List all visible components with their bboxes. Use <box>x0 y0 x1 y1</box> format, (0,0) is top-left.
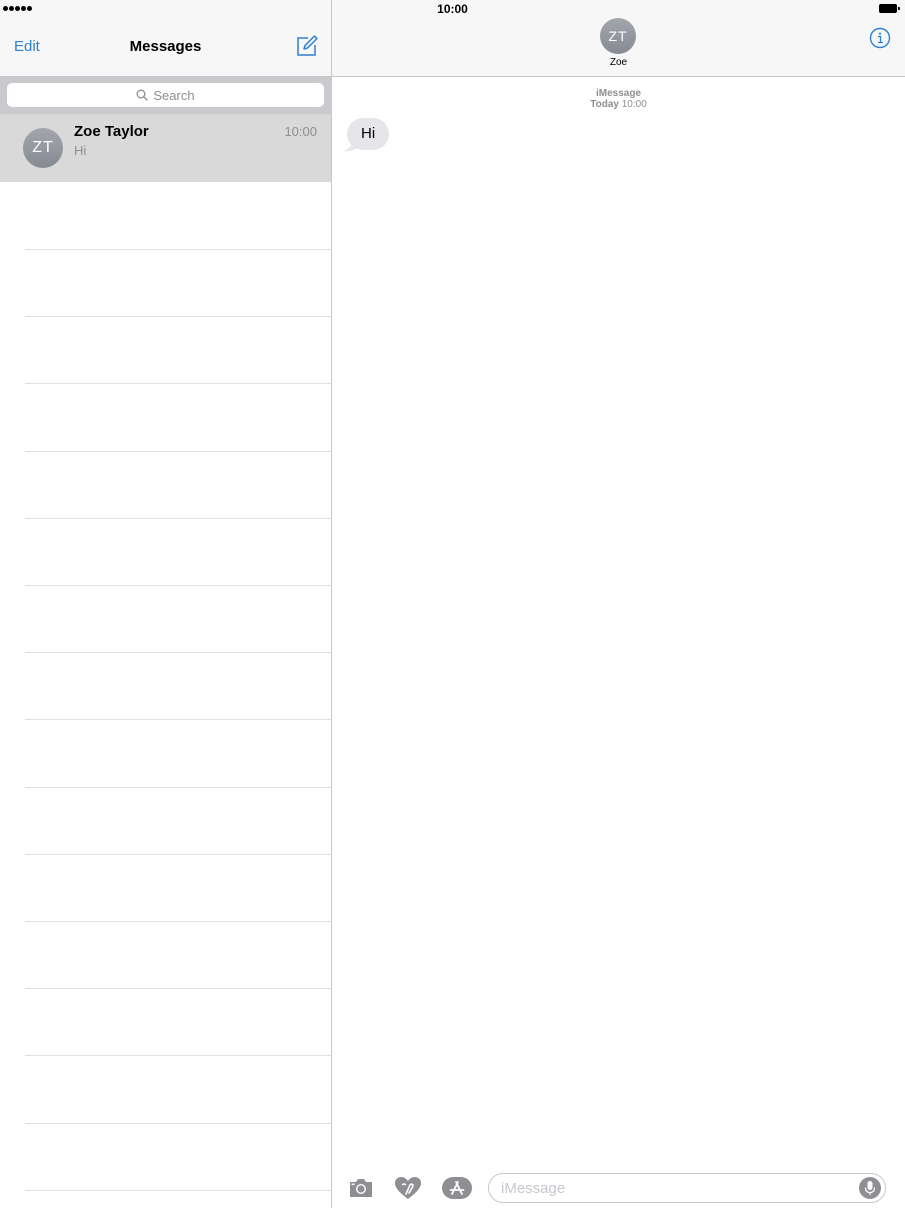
battery-icon <box>879 4 900 13</box>
status-time: 10:00 <box>437 2 468 16</box>
conversation-preview: Hi <box>74 143 87 158</box>
contact-avatar[interactable]: ZT <box>600 18 636 54</box>
info-icon[interactable] <box>869 27 891 49</box>
contact-name[interactable]: Zoe <box>332 57 905 68</box>
app-store-icon[interactable] <box>441 1176 473 1200</box>
search-input[interactable]: Search <box>7 83 324 107</box>
message-timestamp: Today 10:00 <box>332 99 905 110</box>
row-separator <box>25 652 331 653</box>
incoming-message-bubble[interactable]: Hi <box>347 118 390 150</box>
row-separator <box>25 1055 331 1056</box>
row-separator <box>25 585 331 586</box>
message-input[interactable] <box>501 1174 841 1202</box>
row-separator <box>25 854 331 855</box>
timestamp-time: 10:00 <box>621 99 647 110</box>
row-separator <box>25 921 331 922</box>
row-separator <box>25 451 331 452</box>
row-separator <box>25 719 331 720</box>
conversation-time: 10:00 <box>284 124 317 139</box>
digital-touch-icon[interactable] <box>394 1176 422 1200</box>
search-placeholder: Search <box>153 87 195 103</box>
conversation-row[interactable]: ZT Zoe Taylor 10:00 Hi <box>0 114 331 182</box>
microphone-button[interactable] <box>859 1177 881 1199</box>
search-bar: Search <box>0 77 331 114</box>
message-input-field <box>488 1173 886 1203</box>
conversation-pane: ZT Zoe iMessage Today 10:00 Hi <box>332 0 905 1208</box>
row-separator <box>25 383 331 384</box>
microphone-icon <box>864 1181 876 1195</box>
avatar: ZT <box>23 128 63 168</box>
compose-icon[interactable] <box>295 34 319 58</box>
status-bar: 10:00 <box>0 0 905 18</box>
row-separator <box>25 787 331 788</box>
row-separator <box>25 988 331 989</box>
message-service-label: iMessage <box>595 88 642 99</box>
camera-icon[interactable] <box>348 1177 374 1199</box>
row-separator <box>25 1190 331 1191</box>
page-title: Messages <box>129 38 202 55</box>
row-separator <box>25 518 331 519</box>
row-separator <box>25 316 331 317</box>
search-icon <box>136 89 149 101</box>
conversation-contact-name: Zoe Taylor <box>74 123 149 140</box>
message-input-bar <box>332 1168 905 1208</box>
conversation-list-pane: Edit Messages Search ZT Zoe Taylor 10:00… <box>0 0 332 1208</box>
row-separator <box>25 1123 331 1124</box>
timestamp-day: Today <box>590 99 619 110</box>
row-separator <box>25 249 331 250</box>
